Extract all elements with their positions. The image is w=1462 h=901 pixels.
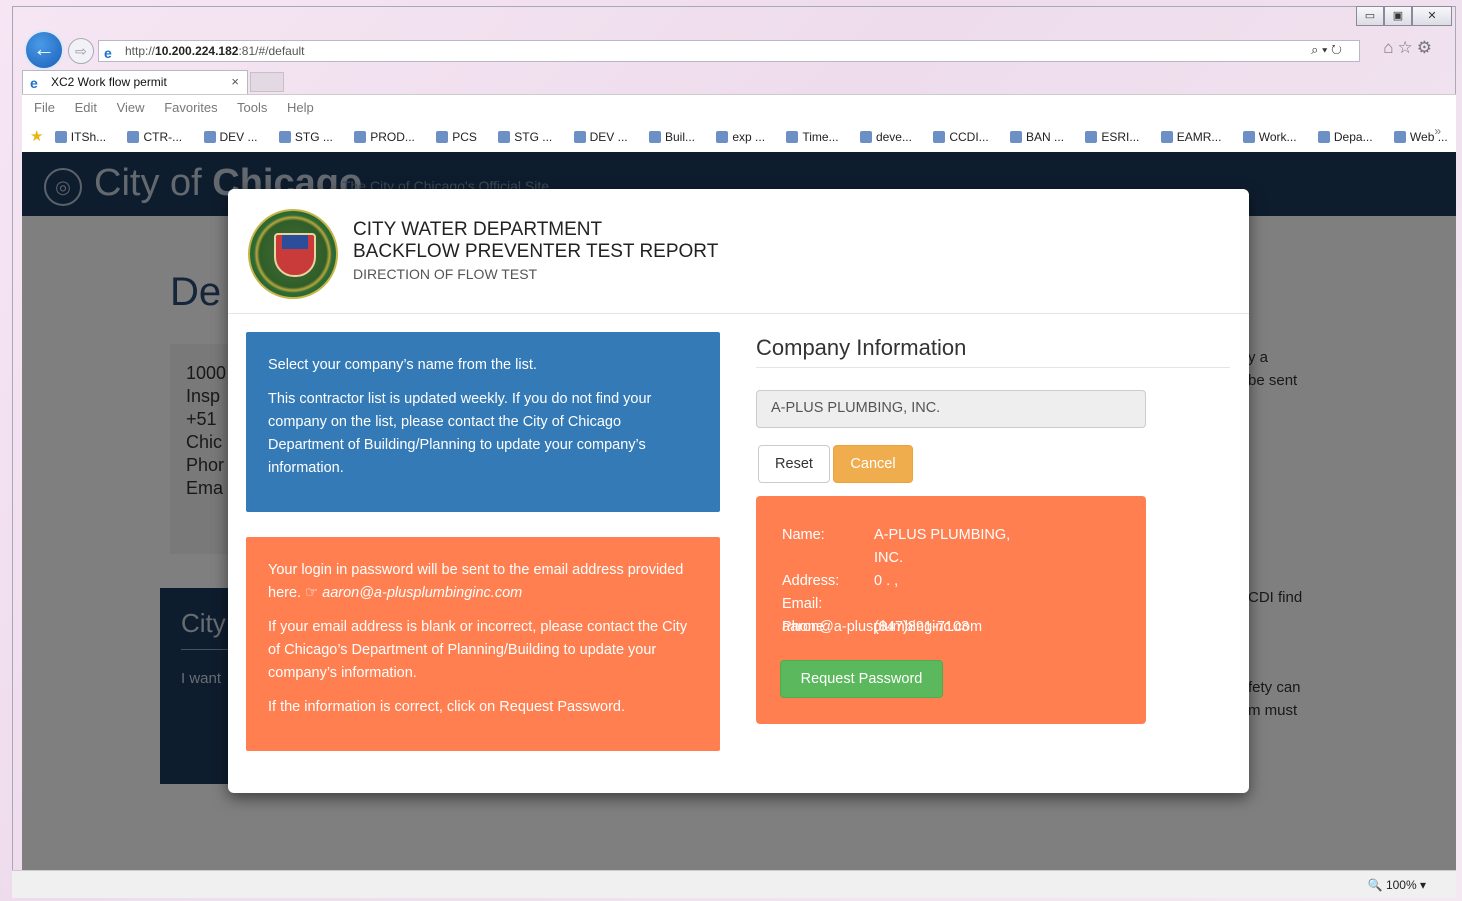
gear-icon[interactable]: ⚙ [1417, 38, 1436, 57]
menu-file[interactable]: File [34, 100, 55, 115]
fav-item[interactable]: PROD... [354, 130, 424, 144]
city-seal-icon [248, 209, 338, 299]
fav-item[interactable]: ESRI... [1085, 130, 1148, 144]
detail-row-name: Name: A-PLUS PLUMBING, INC. [782, 527, 1011, 566]
status-bar: 🔍 100% ▾ [12, 870, 1456, 898]
company-details-panel: Name: A-PLUS PLUMBING, INC. Address: 0 . ,… [756, 496, 1146, 724]
modal-dialog: CITY WATER DEPARTMENT BACKFLOW PREVENTER… [228, 189, 1249, 793]
fav-item[interactable]: deve... [859, 130, 921, 144]
fav-item[interactable]: DEV ... [203, 130, 267, 144]
password-info-text: If the information is correct, click on … [268, 699, 626, 715]
pointing-hand-icon: ☞ [305, 585, 319, 601]
tab-title: XC2 Work flow permit [51, 75, 167, 89]
request-password-button[interactable]: Request Password [780, 660, 943, 698]
fav-item[interactable]: BAN ... [1010, 130, 1073, 144]
password-info-text: Your login in password will be sent to t… [268, 562, 684, 601]
search-refresh-tools[interactable]: ⌕ ▾ ↻ [1311, 42, 1342, 58]
modal-subtitle: DIRECTION OF FLOW TEST [353, 266, 538, 282]
detail-row-phone: Phone: (847)891-7103 [782, 619, 970, 635]
menu-edit[interactable]: Edit [75, 100, 97, 115]
reset-button[interactable]: Reset [758, 445, 830, 483]
company-name-field[interactable]: A-PLUS PLUMBING, INC. [756, 390, 1146, 428]
password-info-text: If your email address is blank or incorr… [268, 619, 688, 681]
chevron-more-icon[interactable]: » [1434, 122, 1441, 146]
detail-row-address: Address: 0 . , [782, 573, 899, 589]
favorites-bar: ★ ITSh... CTR-... DEV ... STG ... PROD..… [22, 122, 1456, 152]
forward-arrow-icon[interactable]: ⇨ [68, 38, 94, 64]
new-tab-button[interactable] [250, 72, 284, 92]
menu-bar: File Edit View Favorites Tools Help [22, 94, 1456, 122]
instructions-panel: Select your company’s name from the list… [246, 332, 720, 512]
cancel-button[interactable]: Cancel [833, 445, 913, 483]
address-bar[interactable]: e http://10.200.224.182:81/#/default [98, 40, 1360, 62]
menu-view[interactable]: View [117, 100, 145, 115]
navigation-bar: ← ⇨ e http://10.200.224.182:81/#/default… [22, 30, 1442, 70]
fav-item[interactable]: Time... [786, 130, 847, 144]
menu-help[interactable]: Help [287, 100, 314, 115]
url-host: 10.200.224.182 [155, 44, 239, 58]
fav-item[interactable]: PCS [436, 130, 486, 144]
password-info-panel: Your login in password will be sent to t… [246, 537, 720, 751]
zoom-control[interactable]: 🔍 100% ▾ [1368, 878, 1426, 892]
fav-item[interactable]: EAMR... [1160, 130, 1231, 144]
tab-ie-icon: e [30, 75, 38, 91]
fav-item[interactable]: DEV ... [573, 130, 637, 144]
minimize-button[interactable]: ▭ [1356, 6, 1384, 26]
window-controls: ▭ ▣ ✕ [1356, 6, 1452, 26]
toolbar-icons: ⌂☆⚙ [1383, 38, 1436, 58]
browser-tab[interactable]: e XC2 Work flow permit × [22, 70, 248, 94]
fav-item[interactable]: CTR-... [127, 130, 191, 144]
ie-icon: e [104, 45, 112, 61]
url-prefix: http:// [125, 44, 156, 58]
instruction-text: Select your company’s name from the list… [268, 357, 537, 373]
close-window-button[interactable]: ✕ [1412, 6, 1452, 26]
fav-item[interactable]: CCDI... [933, 130, 997, 144]
menu-tools[interactable]: Tools [237, 100, 267, 115]
fav-item[interactable]: ITSh... [54, 130, 115, 144]
modal-header: CITY WATER DEPARTMENT BACKFLOW PREVENTER… [228, 189, 1249, 314]
instruction-text: This contractor list is updated weekly. … [268, 391, 652, 476]
fav-item[interactable]: STG ... [278, 130, 342, 144]
maximize-button[interactable]: ▣ [1384, 6, 1412, 26]
url-rest: :81/#/default [238, 44, 305, 58]
company-info-heading: Company Information [756, 335, 1230, 368]
back-arrow-icon[interactable]: ← [24, 30, 64, 70]
favorites-star-icon[interactable]: ☆ [1398, 38, 1417, 57]
fav-item[interactable]: Web ... [1393, 130, 1456, 144]
home-icon[interactable]: ⌂ [1383, 38, 1397, 57]
modal-title: CITY WATER DEPARTMENT BACKFLOW PREVENTER… [353, 219, 719, 262]
fav-item[interactable]: exp ... [716, 130, 774, 144]
favorites-star-icon[interactable]: ★ [30, 128, 43, 145]
close-tab-icon[interactable]: × [231, 71, 239, 93]
email-display: aaron@a-plusplumbinginc.com [322, 585, 523, 601]
fav-item[interactable]: STG ... [498, 130, 561, 144]
fav-item[interactable]: Depa... [1317, 130, 1382, 144]
fav-item[interactable]: Work... [1242, 130, 1306, 144]
fav-item[interactable]: Buil... [648, 130, 704, 144]
menu-favorites[interactable]: Favorites [164, 100, 217, 115]
